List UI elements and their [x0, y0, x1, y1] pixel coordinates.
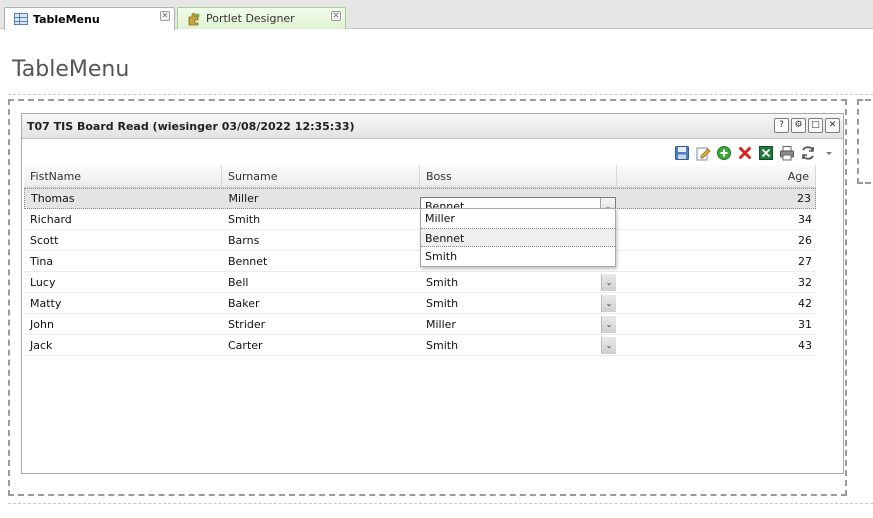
cell-firstname: Thomas	[31, 192, 75, 205]
close-button[interactable]: ✕	[825, 118, 840, 133]
cell-boss[interactable]: Miller ⌄	[420, 315, 617, 333]
edit-icon[interactable]	[695, 145, 711, 161]
cell-surname: Barns	[228, 233, 260, 247]
add-icon[interactable]	[716, 145, 732, 161]
cell-age: 31	[798, 317, 812, 331]
puzzle-icon	[188, 12, 200, 25]
column-header-firstname[interactable]: FistName	[24, 165, 222, 187]
grid-header: FistName Surname Boss Age	[24, 165, 816, 188]
cell-boss-value: Smith	[426, 275, 459, 289]
close-icon[interactable]: ✕	[160, 11, 170, 21]
cell-age: 43	[798, 338, 812, 352]
cell-boss[interactable]: Smith ⌄	[420, 336, 617, 354]
cell-surname: Bell	[228, 275, 249, 289]
save-icon[interactable]	[674, 145, 690, 161]
tab-portlet-designer[interactable]: Portlet Designer ✕	[177, 7, 346, 29]
page-title: TableMenu	[12, 56, 130, 82]
tab-tablemenu[interactable]: TableMenu ✕	[4, 7, 175, 30]
cell-age: 32	[798, 275, 812, 289]
table-row[interactable]: Matty Baker Smith ⌄ 42	[24, 293, 816, 314]
settings-button[interactable]: ⚙	[791, 118, 806, 133]
column-header-surname[interactable]: Surname	[222, 165, 420, 187]
cell-firstname: Scott	[30, 233, 59, 247]
cell-firstname: Jack	[30, 338, 53, 352]
cell-boss-value: Smith	[426, 296, 459, 310]
cell-surname: Baker	[228, 296, 260, 310]
table-row[interactable]: Thomas Miller Bennet ⌄ 23	[24, 188, 816, 216]
cell-age: 23	[797, 192, 811, 205]
refresh-icon[interactable]	[800, 145, 816, 161]
column-header-age[interactable]: Age	[617, 165, 816, 187]
grid-toolbar	[674, 145, 837, 161]
cell-firstname: Lucy	[30, 275, 56, 289]
chevron-down-icon[interactable]: ⌄	[601, 336, 616, 354]
portlet-header-buttons: ? ⚙ □ ✕	[774, 118, 840, 133]
divider	[8, 94, 873, 95]
tab-label: Portlet Designer	[206, 12, 295, 25]
cell-boss[interactable]: Smith ⌄	[420, 273, 617, 291]
cell-surname: Carter	[228, 338, 263, 352]
cell-firstname: John	[30, 317, 54, 331]
tab-bar: TableMenu ✕ Portlet Designer ✕	[0, 0, 873, 30]
dropdown-option-miller[interactable]: Miller	[421, 209, 615, 228]
boss-dropdown-list: Miller Bennet Smith	[420, 208, 616, 267]
excel-icon[interactable]	[758, 145, 774, 161]
table-icon	[14, 13, 28, 25]
cell-boss-value: Miller	[426, 317, 456, 331]
cell-firstname: Richard	[30, 212, 72, 226]
cell-boss[interactable]: Smith ⌄	[420, 294, 617, 312]
cell-boss-value: Smith	[426, 338, 459, 352]
table-row[interactable]: Jack Carter Smith ⌄ 43	[24, 335, 816, 356]
divider	[8, 503, 873, 504]
dropdown-option-bennet[interactable]: Bennet	[421, 228, 615, 247]
cell-firstname: Matty	[30, 296, 62, 310]
tab-label: TableMenu	[33, 12, 100, 26]
maximize-button[interactable]: □	[808, 118, 823, 133]
cell-age: 42	[798, 296, 812, 310]
portlet-title: T07 TIS Board Read (wiesinger 03/08/2022…	[27, 119, 355, 133]
chevron-down-icon[interactable]: ⌄	[601, 273, 616, 291]
cell-surname: Miller	[228, 192, 259, 205]
close-icon[interactable]: ✕	[331, 11, 341, 21]
table-row[interactable]: Lucy Bell Smith ⌄ 32	[24, 272, 816, 293]
cell-surname: Bennet	[228, 254, 268, 268]
menu-arrow-icon[interactable]	[821, 145, 837, 161]
column-header-boss[interactable]: Boss	[420, 165, 617, 187]
table-row[interactable]: John Strider Miller ⌄ 31	[24, 314, 816, 335]
chevron-down-icon[interactable]: ⌄	[601, 315, 616, 333]
cell-surname: Strider	[228, 317, 266, 331]
portlet-header: T07 TIS Board Read (wiesinger 03/08/2022…	[22, 114, 843, 139]
cell-age: 27	[798, 254, 812, 268]
layout-dropzone-right	[857, 99, 873, 184]
help-button[interactable]: ?	[774, 118, 789, 133]
delete-icon[interactable]	[737, 145, 753, 161]
portlet: T07 TIS Board Read (wiesinger 03/08/2022…	[21, 113, 844, 474]
chevron-down-icon[interactable]: ⌄	[601, 294, 616, 312]
dropdown-option-smith[interactable]: Smith	[421, 247, 615, 266]
cell-age: 34	[798, 212, 812, 226]
cell-age: 26	[798, 233, 812, 247]
cell-surname: Smith	[228, 212, 261, 226]
print-icon[interactable]	[779, 145, 795, 161]
cell-firstname: Tina	[30, 254, 54, 268]
